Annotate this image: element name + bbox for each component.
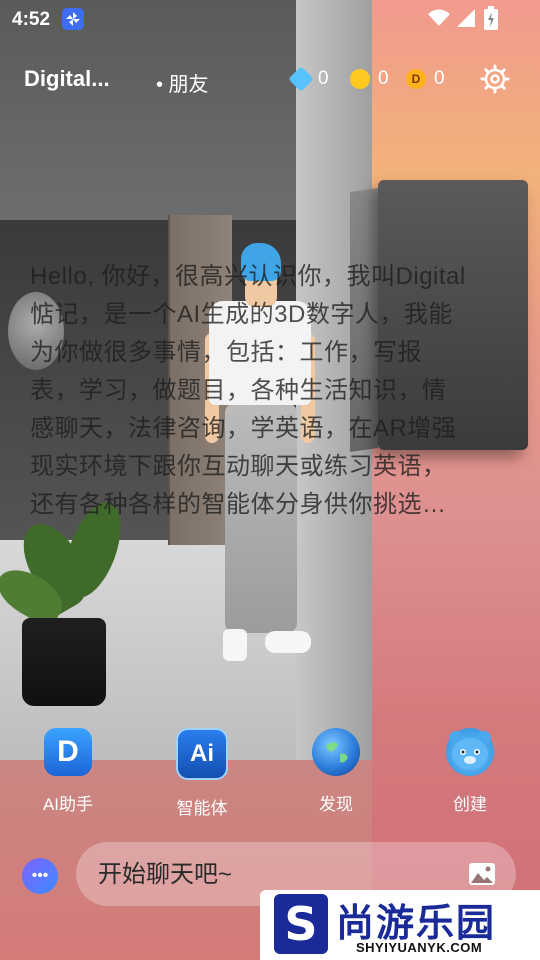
- top-bar: Digital... • 朋友 0 0 D 0: [0, 52, 540, 108]
- agent-icon: Ai: [176, 728, 228, 780]
- nav-label: AI助手: [42, 795, 94, 814]
- globe-icon: [312, 728, 360, 776]
- site-watermark: S 尚游乐园 SHYIYUANYK.COM: [260, 890, 540, 960]
- nav-label: 创建: [453, 795, 487, 814]
- image-icon[interactable]: [468, 862, 496, 886]
- wifi-icon: [428, 9, 450, 26]
- pinwheel-app-icon: [62, 8, 84, 30]
- gold-coin-icon: [350, 69, 370, 89]
- nav-label: 智能体: [176, 799, 228, 818]
- gold-coin-count: 0: [378, 68, 389, 89]
- signal-icon: [457, 9, 475, 27]
- watermark-domain: SHYIYUANYK.COM: [356, 940, 483, 955]
- chat-bubble-icon[interactable]: •••: [22, 858, 58, 894]
- app-screen: 4:52 Digital... • 朋友 0 0 D 0 Hello, 你好，很…: [0, 0, 540, 960]
- nav-agent[interactable]: Ai 智能体: [152, 728, 252, 819]
- feature-nav: D AI助手 Ai 智能体 发现 创建: [0, 728, 540, 818]
- avatar-shoe: [265, 631, 311, 653]
- avatar-intro-message: Hello, 你好，很高兴认识你，我叫Digital惦记，是一个AI生成的3D数…: [30, 263, 466, 518]
- battery-icon: [484, 6, 498, 30]
- app-title[interactable]: Digital...: [24, 66, 110, 92]
- gold-coin-balance[interactable]: 0: [350, 66, 389, 92]
- diamond-icon: [288, 66, 314, 92]
- watermark-logo: S: [274, 894, 328, 954]
- avatar-shoe: [223, 629, 247, 661]
- status-time: 4:52: [12, 9, 51, 30]
- nav-ai-assistant[interactable]: D AI助手: [18, 728, 118, 815]
- nav-discover[interactable]: 发现: [286, 728, 386, 815]
- d-coin-balance[interactable]: D 0: [406, 66, 445, 92]
- chat-input[interactable]: [96, 856, 440, 894]
- plant-pot: [22, 618, 106, 706]
- gear-icon[interactable]: [480, 64, 510, 94]
- diamond-count: 0: [318, 68, 329, 89]
- diamond-balance[interactable]: 0: [288, 66, 329, 92]
- ai-assistant-icon: D: [44, 728, 92, 776]
- d-coin-count: 0: [434, 68, 445, 89]
- friends-tab[interactable]: • 朋友: [156, 68, 209, 97]
- watermark-name: 尚游乐园: [336, 903, 497, 945]
- status-bar: 4:52: [0, 0, 540, 38]
- bear-icon: [446, 728, 494, 776]
- d-coin-icon: D: [406, 69, 426, 89]
- nav-label: 发现: [319, 795, 353, 814]
- nav-create[interactable]: 创建: [420, 728, 520, 815]
